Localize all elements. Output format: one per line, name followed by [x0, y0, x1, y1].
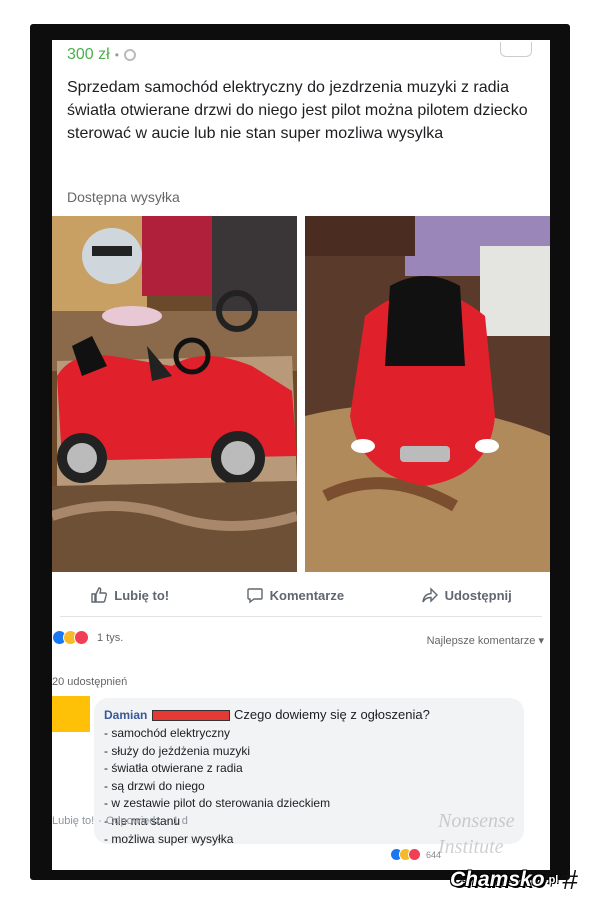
- like-label: Lubię to!: [114, 587, 170, 603]
- avatar[interactable]: [52, 696, 90, 732]
- comment-list: - samochód elektryczny - służy do jeżdże…: [104, 725, 330, 848]
- brand-tld: .pl: [545, 874, 559, 886]
- post-actions: Lubię to! Komentarze Udostępnij: [52, 582, 550, 608]
- comment-line: - światła otwierane z radia: [104, 761, 243, 776]
- love-reaction-icon: [408, 848, 421, 861]
- separator: ·: [164, 815, 169, 827]
- comment-line: - możliwa super wysyłka: [104, 831, 234, 846]
- post-card: 300 zł • Sprzedam samochód elektryczny d…: [52, 40, 550, 870]
- share-label: Udostępnij: [444, 587, 512, 603]
- like-button[interactable]: Lubię to!: [90, 586, 169, 604]
- comment-line: - służy do jeżdżenia muzyki: [104, 743, 251, 758]
- watermark-line-2: Institute: [438, 836, 504, 858]
- map-pin-icon: [123, 49, 136, 61]
- brand-name: Chamsko: [450, 868, 545, 891]
- comment-reactions[interactable]: 644: [390, 848, 441, 861]
- reaction-count: 1 tys.: [97, 631, 124, 644]
- comment-question: Czego dowiemy się z ogłoszenia?: [234, 707, 430, 722]
- separator: •: [114, 48, 119, 62]
- comment-like-link[interactable]: Lubię to!: [52, 815, 94, 827]
- share-arrow-icon: [421, 587, 438, 603]
- share-count[interactable]: 20 udostępnień: [52, 676, 127, 688]
- message-icon[interactable]: [500, 42, 532, 57]
- speech-bubble-icon: [246, 588, 263, 604]
- comment-author[interactable]: Damian: [104, 708, 147, 722]
- redaction-bar: [152, 710, 230, 721]
- share-button[interactable]: Udostępnij: [421, 586, 512, 604]
- watermark-line-1: Nonsense: [438, 810, 515, 832]
- listing-header: 300 zł •: [67, 44, 136, 66]
- love-reaction-icon: [74, 630, 89, 645]
- comment-reply-link[interactable]: Odpowiedz: [106, 815, 161, 827]
- photo-car-side[interactable]: [52, 216, 297, 572]
- separator: ·: [98, 815, 102, 827]
- price: 300 zł: [67, 46, 110, 63]
- hash-icon: #: [562, 864, 578, 895]
- comment-time: 1 d: [172, 815, 188, 827]
- comment-label: Komentarze: [269, 587, 345, 603]
- shipping-info: Dostępna wysyłka: [67, 189, 180, 205]
- comment-line: - samochód elektryczny: [104, 726, 231, 740]
- comment-sort-dropdown[interactable]: Najlepsze komentarze ▾: [427, 634, 544, 647]
- photo-car-front[interactable]: [305, 216, 550, 572]
- post-description: Sprzedam samochód elektryczny do jezdrze…: [67, 79, 528, 142]
- thumbs-up-icon: [91, 587, 108, 603]
- comment-button[interactable]: Komentarze: [246, 586, 344, 604]
- site-logo: Chamsko .pl #: [450, 866, 578, 894]
- comment-footer: Lubię to! · Odpowiedz · 1 d: [52, 815, 188, 827]
- comment-line: - są drzwi do niego: [104, 778, 205, 793]
- reaction-summary[interactable]: 1 tys.: [52, 630, 123, 645]
- comment-reaction-count: 644: [426, 849, 442, 860]
- divider: [60, 616, 542, 617]
- comment-line: - w zestawie pilot do sterowania dziecki…: [104, 796, 331, 811]
